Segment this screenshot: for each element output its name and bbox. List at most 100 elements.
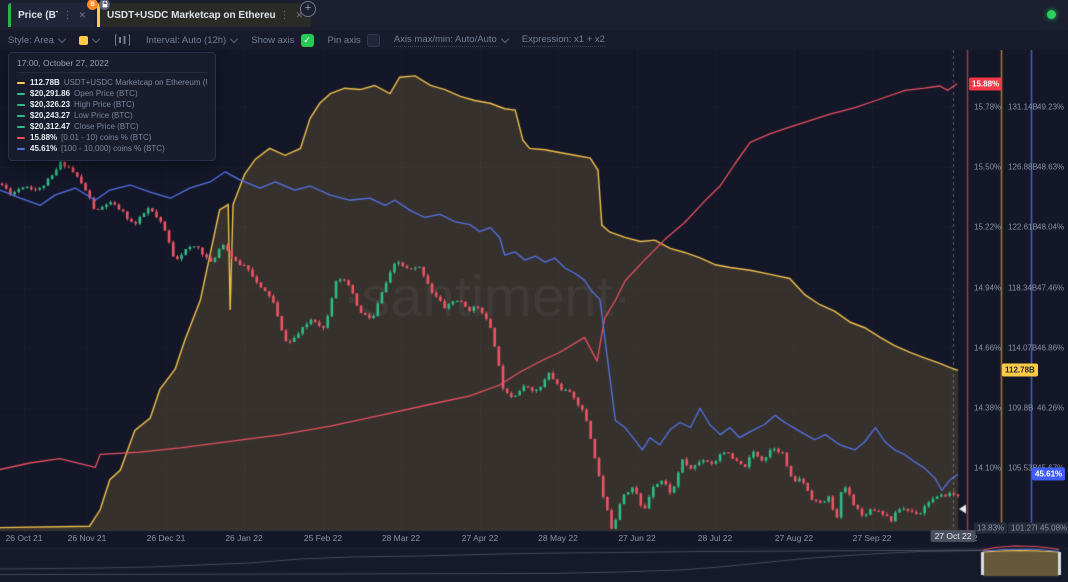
santiment-chart-app: Price (BTC) ⋮ ✕ B USDT+USDC Marketcap on… xyxy=(0,0,1068,582)
axis-tick-yellow: 126.88B xyxy=(1008,163,1038,172)
tooltip-row: $20,243.27 Low Price (BTC) xyxy=(17,110,207,121)
tooltip-value: $20,312.47 xyxy=(30,121,70,132)
axis-tick-red: 14.66% xyxy=(974,343,1001,352)
last-value-badge-blue: 45.61% xyxy=(1032,468,1065,481)
expression-setting[interactable]: Expression: x1 + x2 xyxy=(522,34,605,47)
bars-toggle[interactable] xyxy=(113,34,132,46)
chevron-down-icon xyxy=(58,35,66,43)
tab-menu-icon[interactable]: ⋮ xyxy=(275,10,293,21)
x-axis-label: 28 Mar 22 xyxy=(382,533,420,543)
tab-label: USDT+USDC Marketcap on Ethereum (USDT) xyxy=(107,10,275,21)
live-status-icon xyxy=(1047,10,1056,19)
x-axis-label: 27 Aug 22 xyxy=(775,533,813,543)
expression-label: Expression: x1 + x2 xyxy=(522,34,605,47)
legend-tooltip: 17:00, October 27, 2022 112.78B USDT+USDC… xyxy=(8,52,216,161)
tab-price-btc[interactable]: Price (BTC) ⋮ ✕ xyxy=(8,3,94,27)
x-axis-label: 26 Jan 22 xyxy=(225,533,262,543)
chevron-down-icon xyxy=(501,35,509,43)
x-axis-label: 27 Sep 22 xyxy=(853,533,892,543)
x-axis-label: 28 May 22 xyxy=(538,533,578,543)
add-tab-button[interactable]: + xyxy=(300,1,316,17)
series-color-dash xyxy=(17,93,25,95)
axis-tick-red: 15.78% xyxy=(974,103,1001,112)
interval-dropdown[interactable]: Interval: Auto (12h) xyxy=(146,35,237,46)
tooltip-row: $20,291.86 Open Price (BTC) xyxy=(17,88,207,99)
show-axis-checkbox[interactable]: ✓ xyxy=(301,34,314,47)
x-axis-label: 27 Jun 22 xyxy=(618,533,655,543)
axis-tick-red: 14.38% xyxy=(974,403,1001,412)
tooltip-row: 15.88% [0.01 - 10) coins % (BTC) xyxy=(17,132,207,143)
lock-badge-icon xyxy=(99,0,110,10)
series-color-dash xyxy=(17,148,25,150)
minimap[interactable] xyxy=(0,549,1068,577)
pin-axis-setting: Pin axis xyxy=(328,34,380,47)
axis-tick-blue: 48.04% xyxy=(1037,223,1064,232)
tab-label: Price (BTC) xyxy=(18,10,58,21)
tooltip-label: Close Price (BTC) xyxy=(74,121,138,132)
style-label: Style: Area xyxy=(8,35,54,46)
chevron-down-icon xyxy=(92,35,100,43)
x-axis-label: 25 Feb 22 xyxy=(304,533,342,543)
tooltip-label: Low Price (BTC) xyxy=(74,110,133,121)
series-color-dash xyxy=(17,126,25,128)
axis-tick-blue: 48.63% xyxy=(1037,163,1064,172)
axis-maxmin-dropdown[interactable]: Axis max/min: Auto/Auto xyxy=(394,34,508,47)
tooltip-value: 45.61% xyxy=(30,143,57,154)
minimap-brush[interactable] xyxy=(983,549,1059,577)
axis-tick-blue: 49.23% xyxy=(1037,103,1064,112)
axis-tick-yellow: 114.07B xyxy=(1008,343,1037,352)
tooltip-label: USDT+USDC Marketcap on Ethereum (USDT) xyxy=(64,77,207,88)
pin-axis-checkbox[interactable] xyxy=(367,34,380,47)
x-axis-label: 26 Dec 21 xyxy=(147,533,186,543)
color-swatch-dropdown[interactable] xyxy=(79,36,99,45)
tooltip-timestamp: 17:00, October 27, 2022 xyxy=(17,58,207,73)
axis-tick-red: 15.50% xyxy=(974,163,1001,172)
series-color-dash xyxy=(17,137,25,139)
axis-tick-yellow: 118.34B xyxy=(1008,283,1037,292)
tooltip-value: $20,243.27 xyxy=(30,110,70,121)
axis-tick-red: 15.22% xyxy=(974,223,1001,232)
tooltip-row: 112.78B USDT+USDC Marketcap on Ethereum (… xyxy=(17,77,207,88)
x-axis-label: 26 Nov 21 xyxy=(68,533,107,543)
x-axis-label: 26 Oct 21 xyxy=(6,533,43,543)
axis-tick-yellow: 131.14B xyxy=(1008,103,1038,112)
series-color-dash xyxy=(17,115,25,117)
tab-bar: Price (BTC) ⋮ ✕ B USDT+USDC Marketcap on… xyxy=(0,0,1068,30)
axis-maxmin-label: Axis max/min: Auto/Auto xyxy=(394,34,497,47)
axis-tick-blue: 46.26% xyxy=(1037,403,1064,412)
series-color-dash xyxy=(17,104,25,106)
x-axis-label: 27 Apr 22 xyxy=(462,533,498,543)
chevron-down-icon xyxy=(230,35,238,43)
tooltip-value: $20,291.86 xyxy=(30,88,70,99)
crosshair-date-chip: 27 Oct 22 xyxy=(931,530,976,542)
axis-tick-red: 13.83% xyxy=(974,523,1007,534)
axis-tick-yellow: 122.61B xyxy=(1008,223,1038,232)
tooltip-label: High Price (BTC) xyxy=(74,99,134,110)
series-color-dash xyxy=(17,82,25,84)
tooltip-row: 45.61% [100 - 10,000) coins % (BTC) xyxy=(17,143,207,154)
axis-tick-red: 14.94% xyxy=(974,283,1001,292)
chart-settings-toolbar: Style: Area Interval: Auto (12h) Show ax… xyxy=(0,30,1068,50)
tab-accent-green xyxy=(8,3,11,27)
show-axis-label: Show axis xyxy=(251,35,294,46)
tab-close-icon[interactable]: ✕ xyxy=(76,10,88,21)
tooltip-value: $20,326.23 xyxy=(30,99,70,110)
tooltip-row: $20,312.47 Close Price (BTC) xyxy=(17,121,207,132)
tab-usdt-usdc-marketcap[interactable]: B USDT+USDC Marketcap on Ethereum (USDT)… xyxy=(97,3,311,27)
tooltip-label: [100 - 10,000) coins % (BTC) xyxy=(61,143,165,154)
tooltip-label: Open Price (BTC) xyxy=(74,88,138,99)
tooltip-label: [0.01 - 10) coins % (BTC) xyxy=(61,132,151,143)
axis-tick-blue: 47.46% xyxy=(1037,283,1064,292)
style-dropdown[interactable]: Style: Area xyxy=(8,35,65,46)
tab-menu-icon[interactable]: ⋮ xyxy=(58,10,76,21)
axis-tick-yellow: 109.8B xyxy=(1008,403,1033,412)
tooltip-value: 112.78B xyxy=(30,77,60,88)
tooltip-row: $20,326.23 High Price (BTC) xyxy=(17,99,207,110)
bars-icon xyxy=(115,34,130,46)
axis-tick-blue: 45.08% xyxy=(1037,523,1068,534)
series-color-swatch xyxy=(79,36,88,45)
tooltip-value: 15.88% xyxy=(30,132,57,143)
last-value-badge-red: 15.88% xyxy=(969,77,1002,90)
last-value-badge-yellow: 112.78B xyxy=(1002,364,1038,377)
pin-axis-label: Pin axis xyxy=(328,35,361,46)
